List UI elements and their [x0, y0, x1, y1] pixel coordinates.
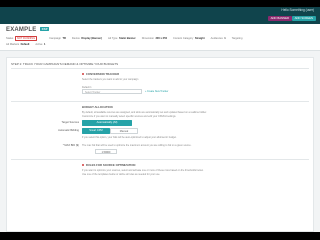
meta-value: Static Banner [118, 37, 136, 40]
meta-item: Ad Markets Default [6, 43, 29, 46]
create-tracker-link[interactable]: + Create New Tracker [145, 90, 168, 93]
bidding-note: If you select this option, your bids wil… [82, 136, 177, 139]
meta-key: Device [71, 37, 80, 40]
optimization-description-2: Use one of the templates below or define… [82, 173, 161, 176]
meta-item: Device Display (Banner) [72, 37, 102, 40]
meta-item: Dimension 300 x 250 [142, 37, 167, 40]
meta-value: TR [62, 37, 66, 40]
status-chip: NOT RUNNING [14, 36, 38, 41]
optimization-description-1: If you want to optimize your sources, se… [82, 169, 204, 172]
campaign-meta-row-2: Ad Markets Default Active 1 [6, 43, 51, 46]
campaign-header: EXAMPLE DSP Status NOT RUNNING Campaign TR D… [0, 24, 320, 51]
meta-item: Targeting [232, 37, 244, 40]
campaign-meta-row-1: Status NOT RUNNING Campaign TR Device Display… [6, 36, 250, 41]
app-window: Hello Something (user) ADD BANNER ADD SC… [0, 7, 320, 232]
campaign-name: EXAMPLE [6, 27, 37, 33]
meta-item: Active 1 [35, 43, 45, 46]
meta-key: Campaign [49, 37, 61, 40]
step-heading: STEP 2: TRACK YOUR CAMPAIGN'S DEMAND & O… [11, 62, 119, 66]
meta-key: Content Category [173, 37, 194, 40]
meta-value: Display (Banner) [81, 37, 102, 40]
status-dot-icon [82, 164, 85, 167]
conversion-tracker-description: Select the trackers you want to add to y… [82, 78, 139, 81]
target-sources-label: Target Sources [61, 121, 79, 124]
meta-value: Straight [194, 37, 205, 40]
tracker-select[interactable]: Select Tracker [82, 89, 142, 94]
meta-key: Ad Markets [6, 43, 20, 46]
step-panel: STEP 2: TRACK YOUR CAMPAIGN'S DEMAND & O… [6, 57, 314, 232]
source-optimization-title: RULES FOR SOURCE OPTIMIZATION [82, 163, 135, 167]
automatic-bidding-label: Automatic Bidding [58, 129, 79, 132]
meta-item: Content Category Straight [173, 37, 205, 40]
meta-value: Default [20, 43, 30, 46]
meta-item: Audiences 1 [211, 37, 226, 40]
smart-cpm-toggle[interactable]: Smart CPM [82, 128, 110, 134]
max-bid-input[interactable]: 1.50000 [95, 149, 117, 154]
meta-key: Dimension [141, 37, 154, 40]
conversion-tracker-title: CONVERSION TRACKER [82, 72, 119, 76]
meta-value: 300 x 250 [155, 37, 168, 40]
meta-key: Active [35, 43, 43, 46]
status-dot-icon [82, 73, 85, 76]
user-menu[interactable]: Hello Something (user) [281, 8, 314, 12]
meta-key: Status [6, 37, 14, 40]
budget-description-2: Customize if you want to manually select… [82, 115, 177, 118]
title-tag: DSP [40, 27, 50, 32]
max-bid-description: The max bid that will be used to optimiz… [82, 144, 192, 147]
meta-value: 1 [224, 37, 226, 40]
max-bid-label: * MAX BID ($) [62, 144, 79, 147]
meta-item: Campaign TR [49, 37, 66, 40]
add-banner-button[interactable]: ADD BANNER [267, 16, 292, 21]
target-sources-select[interactable]: Automatically (All) [82, 120, 132, 126]
manual-bid-toggle[interactable]: Manual [110, 128, 138, 134]
meta-key: Ad Type [107, 37, 118, 40]
meta-key: Targeting [231, 37, 243, 40]
budget-description-1: By default, all available sources are as… [82, 111, 207, 114]
meta-item: Ad Type Static Banner [108, 37, 136, 40]
meta-key: Audiences [210, 37, 223, 40]
page-title: EXAMPLE DSP [6, 27, 50, 33]
budget-allocation-title: BUDGET ALLOCATION [82, 105, 113, 109]
top-navigation-bar: Hello Something (user) ADD BANNER ADD SC… [0, 7, 320, 24]
add-screen-button[interactable]: ADD SCREEN [291, 16, 316, 21]
meta-item: Status NOT RUNNING [6, 36, 43, 41]
meta-value: 1 [44, 43, 46, 46]
